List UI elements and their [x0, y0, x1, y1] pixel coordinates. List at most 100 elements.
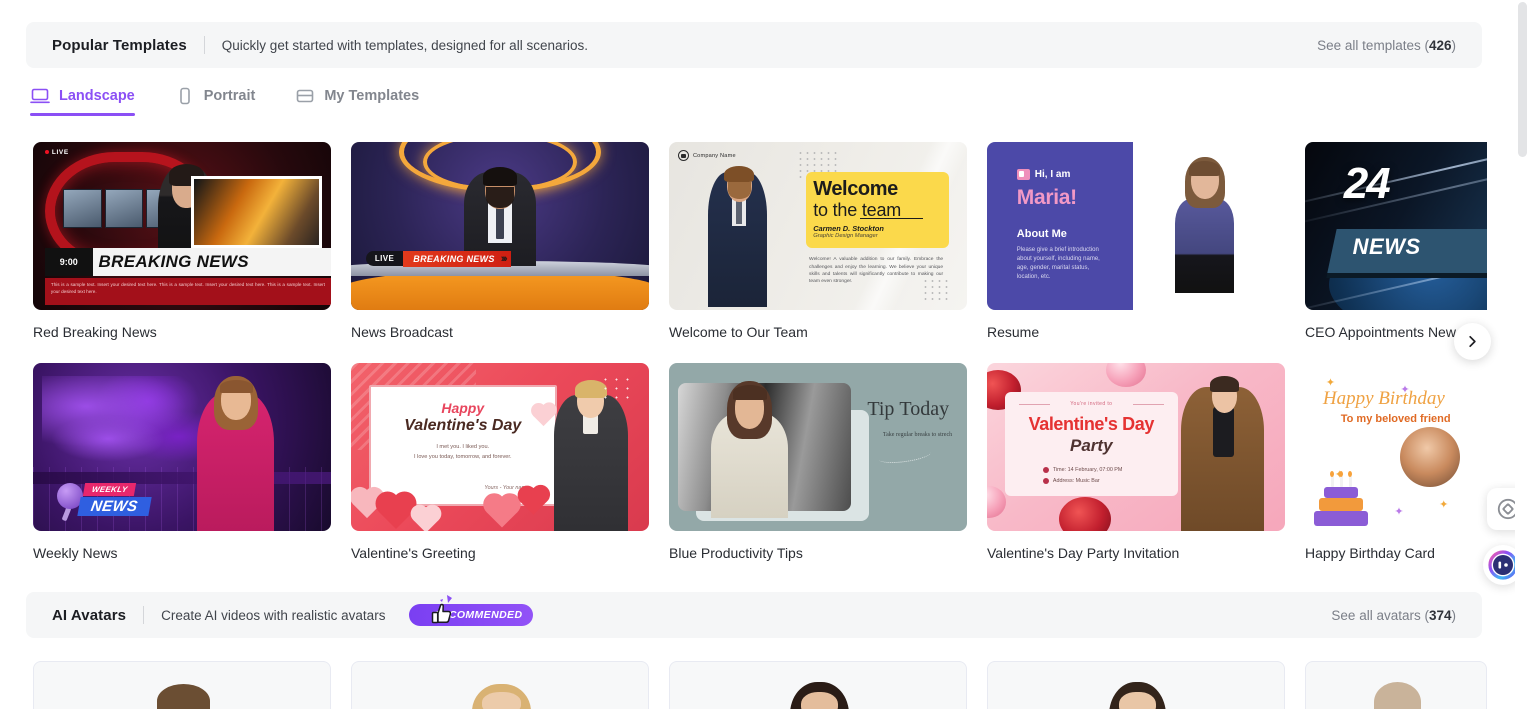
see-all-avatars-link[interactable]: See all avatars (374)	[1331, 608, 1456, 623]
avatar-row	[33, 661, 1487, 709]
thumb-live-banner: LIVE BREAKING NEWS ›››	[365, 248, 511, 270]
template-card-title: Weekly News	[33, 545, 118, 561]
recommended-badge: RECOMMENDED	[409, 604, 534, 626]
thumb-tip-word: Tip	[867, 398, 895, 421]
popular-templates-banner: Popular Templates Quickly get started wi…	[26, 22, 1482, 68]
template-thumbnail-blue-productivity: Tip Today Take regular breaks to strech	[669, 363, 967, 531]
thumb-body-text: Welcome! A valuable addition to our fami…	[809, 257, 944, 285]
template-card-title: Resume	[987, 324, 1040, 340]
thumb-avatar	[1400, 426, 1461, 487]
thumb-body-2: I love you today, tomorrow, and forever.	[413, 454, 512, 461]
clock-icon	[1042, 466, 1049, 473]
tab-portrait[interactable]: Portrait	[175, 86, 256, 116]
thumb-person-role: Graphic Design Manager	[813, 233, 878, 240]
thumb-time: 9:00	[44, 247, 93, 277]
thumb-line-1: Happy	[441, 399, 485, 416]
template-card-title: Valentine's Greeting	[351, 545, 476, 561]
template-card-title: News Broadcast	[351, 324, 453, 340]
thumb-time-row: Time: 14 February, 07:00 PM	[1042, 466, 1122, 473]
thumb-number: 24	[1343, 158, 1391, 208]
thumb-body-1: I met you. I liked you.	[436, 443, 490, 450]
thumb-line-1: Valentine's Day	[1028, 414, 1155, 435]
template-card[interactable]: LIVE BREAKING NEWS ››› News Broadcast	[351, 142, 649, 340]
template-orientation-tabs: Landscape Portrait My Templates	[30, 86, 459, 116]
my-templates-folder-icon	[295, 86, 315, 106]
tab-portrait-label: Portrait	[203, 88, 256, 104]
template-thumbnail-red-breaking-news: 9:00 BREAKING NEWS This is a sample text…	[33, 142, 331, 310]
template-thumbnail-welcome-team: Company Name Welcome to the team Carmen …	[669, 142, 967, 310]
avatar-card[interactable]	[351, 661, 649, 709]
tab-landscape[interactable]: Landscape	[30, 86, 135, 116]
avatar-card[interactable]	[1305, 661, 1487, 709]
recommended-badge-wrap: RECOMMENDED	[409, 595, 534, 626]
thumb-line-2: Party	[1070, 436, 1113, 456]
thumb-address-row: Address: Music Bar	[1042, 477, 1100, 484]
thumb-chevrons: ›››	[500, 252, 508, 265]
thumb-weekly-label: WEEKLY	[82, 482, 137, 496]
thumb-news-label: NEWS	[77, 496, 152, 516]
template-card[interactable]: Tip Today Take regular breaks to strech …	[669, 363, 967, 561]
location-pin-icon	[1042, 477, 1049, 484]
thumb-word: NEWS	[1352, 234, 1421, 260]
see-all-avatars-prefix: See all avatars (	[1331, 607, 1429, 623]
see-all-templates-count: 426	[1428, 37, 1452, 53]
thumb-person-name: Carmen D. Stockton	[813, 223, 884, 233]
thumb-address: Address: Music Bar	[1052, 477, 1100, 484]
thumb-greeting: Hi, I am	[1034, 168, 1071, 180]
thumb-company-name: Company Name	[692, 152, 736, 159]
template-card[interactable]: WEEKLY NEWS Weekly News	[33, 363, 331, 561]
avatar-card[interactable]	[33, 661, 331, 709]
banner-divider	[203, 36, 205, 54]
assistant-face-icon	[1488, 550, 1518, 580]
carousel-next-button[interactable]	[1454, 323, 1491, 360]
template-card[interactable]: Company Name Welcome to the team Carmen …	[669, 142, 967, 340]
vertical-scrollbar-thumb[interactable]	[1518, 2, 1527, 157]
see-all-avatars-count: 374	[1428, 607, 1452, 623]
thumb-line-2: Valentine's Day	[404, 417, 522, 435]
template-card-title: Blue Productivity Tips	[669, 545, 803, 561]
template-card[interactable]: Hi, I am Maria! About Me Please give a b…	[987, 142, 1285, 340]
template-thumbnail-ceo-appointments: 24 NEWS	[1305, 142, 1487, 310]
template-card-title: Happy Birthday Card	[1305, 545, 1435, 561]
thumb-company-logo: Company Name	[677, 150, 736, 162]
portrait-phone-icon	[175, 86, 195, 106]
template-card[interactable]: Happy Birthday To my beloved friend ✦ ✦ …	[1305, 363, 1487, 561]
template-card-title: Red Breaking News	[33, 324, 157, 340]
chevron-right-icon	[1469, 335, 1476, 348]
template-card[interactable]: 24 NEWS CEO Appointments New	[1305, 142, 1487, 340]
template-card[interactable]: You're invited to Valentine's Day Party …	[987, 363, 1285, 561]
template-thumbnail-happy-birthday: Happy Birthday To my beloved friend ✦ ✦ …	[1305, 363, 1487, 531]
avatar-card[interactable]	[669, 661, 967, 709]
tab-my-templates-label: My Templates	[324, 88, 420, 104]
vertical-scrollbar-track[interactable]	[1515, 0, 1529, 709]
thumb-live-label: LIVE	[44, 149, 69, 156]
thumb-greeting-row: Hi, I am	[1016, 168, 1071, 180]
template-card-title: Welcome to Our Team	[669, 324, 808, 340]
ai-avatars-title: AI Avatars	[52, 606, 127, 624]
template-thumbnail-valentines-greeting: Happy Valentine's Day I met you. I liked…	[351, 363, 649, 531]
thumb-headline: BREAKING NEWS	[403, 250, 511, 267]
template-card[interactable]: 9:00 BREAKING NEWS This is a sample text…	[33, 142, 331, 340]
thumb-live-label: LIVE	[365, 251, 404, 267]
template-card[interactable]: Happy Valentine's Day I met you. I liked…	[351, 363, 649, 561]
landscape-monitor-icon	[30, 86, 50, 106]
ai-avatars-subtitle: Create AI videos with realistic avatars	[161, 607, 386, 623]
avatar-card[interactable]	[987, 661, 1285, 709]
birthday-cake-icon	[1313, 470, 1368, 526]
thumb-line-2: To my beloved friend	[1340, 413, 1451, 426]
thumb-today-word: Today	[899, 398, 950, 421]
see-all-templates-suffix: )	[1451, 37, 1457, 53]
see-all-templates-link[interactable]: See all templates (426)	[1317, 38, 1456, 53]
popular-templates-title: Popular Templates	[52, 36, 187, 54]
template-row-2: WEEKLY NEWS Weekly News Happy Valentine'…	[33, 363, 1487, 561]
tab-my-templates[interactable]: My Templates	[295, 86, 419, 116]
banner-divider	[143, 606, 145, 624]
thumb-person-name: Maria!	[1016, 185, 1077, 209]
templates-page: Popular Templates Quickly get started wi…	[0, 0, 1529, 709]
thumb-badge-icon	[1016, 168, 1030, 180]
thumb-about-body: Please give a brief introduction about y…	[1016, 247, 1100, 281]
template-thumbnail-valentines-party: You're invited to Valentine's Day Party …	[987, 363, 1285, 531]
template-thumbnail-weekly-news: WEEKLY NEWS	[33, 363, 331, 531]
template-thumbnail-news-broadcast: LIVE BREAKING NEWS ›››	[351, 142, 649, 310]
thumb-ticker: This is a sample text. Insert your desir…	[44, 278, 331, 305]
